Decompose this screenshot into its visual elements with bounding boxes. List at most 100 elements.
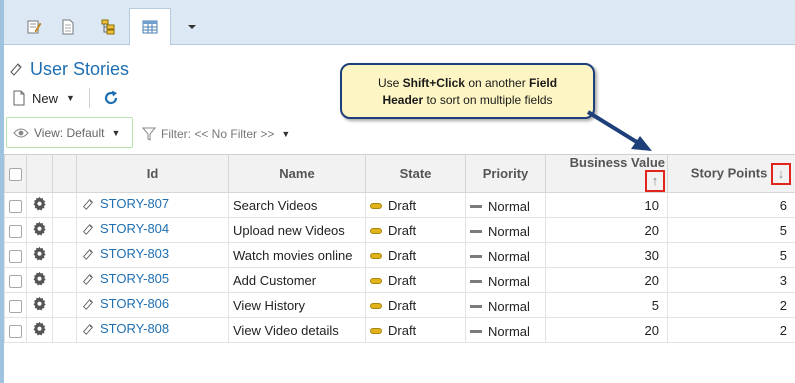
row-id-cell[interactable]: STORY-807	[76, 192, 229, 218]
refresh-icon[interactable]	[102, 89, 120, 107]
row-business-value-cell: 10	[545, 192, 668, 218]
priority-text: Normal	[488, 224, 530, 239]
filter-selector[interactable]: Filter: << No Filter >> ▼	[142, 125, 290, 143]
row-select-cell[interactable]	[4, 267, 27, 293]
sort-ascending-icon[interactable]: ↑	[645, 170, 665, 192]
row-select-cell[interactable]	[4, 192, 27, 218]
user-story-icon	[83, 248, 93, 260]
row-select-cell[interactable]	[4, 217, 27, 243]
tab-hierarchy[interactable]	[88, 8, 128, 45]
state-text: Draft	[388, 323, 417, 339]
row-state-cell: Draft	[365, 317, 466, 343]
row-name-cell: Search Videos	[228, 192, 366, 218]
row-id-cell[interactable]: STORY-804	[76, 217, 229, 243]
row-actions-cell[interactable]	[26, 317, 53, 343]
row-checkbox[interactable]	[9, 324, 22, 338]
filter-icon	[142, 127, 156, 141]
gear-icon[interactable]	[32, 296, 47, 311]
row-business-value-cell: 5	[545, 292, 668, 318]
table-row[interactable]: STORY-805 Add Customer Draft Normal 20 3	[4, 267, 795, 293]
row-state-cell: Draft	[365, 217, 466, 243]
story-id-link[interactable]: STORY-804	[81, 221, 169, 236]
new-button[interactable]: New ▼	[12, 90, 75, 106]
select-all-checkbox[interactable]	[9, 168, 22, 182]
row-id-cell[interactable]: STORY-803	[76, 242, 229, 268]
row-spacer-cell	[52, 267, 77, 293]
tab-grid[interactable]	[129, 8, 171, 46]
row-name-cell: Upload new Videos	[228, 217, 366, 243]
sort-descending-icon[interactable]: ↓	[771, 162, 791, 185]
story-id-link[interactable]: STORY-808	[81, 321, 169, 336]
user-story-icon	[83, 223, 93, 235]
row-select-cell[interactable]	[4, 292, 27, 318]
header-id[interactable]: Id	[76, 154, 229, 193]
user-story-icon	[83, 198, 93, 210]
row-checkbox[interactable]	[9, 299, 22, 313]
row-priority-cell: Normal	[465, 242, 546, 268]
row-id-cell[interactable]: STORY-805	[76, 267, 229, 293]
story-id-text: STORY-805	[100, 271, 170, 287]
header-business-value[interactable]: Business Value↑	[545, 154, 668, 193]
row-actions-cell[interactable]	[26, 242, 53, 268]
tab-strip	[4, 0, 795, 46]
user-stories-grid: Id Name State Priority Business Value↑ S…	[4, 154, 795, 343]
row-id-cell[interactable]: STORY-808	[76, 317, 229, 343]
state-text: Draft	[388, 248, 417, 264]
gear-icon[interactable]	[32, 221, 47, 236]
row-checkbox[interactable]	[9, 274, 22, 288]
row-actions-cell[interactable]	[26, 292, 53, 318]
view-selector[interactable]: View: Default ▼	[6, 117, 133, 148]
row-actions-cell[interactable]	[26, 267, 53, 293]
gear-icon[interactable]	[32, 246, 47, 261]
story-id-link[interactable]: STORY-807	[81, 196, 169, 211]
tip-callout-line2: Header to sort on multiple fields	[382, 93, 553, 107]
row-select-cell[interactable]	[4, 317, 27, 343]
row-story-points-cell: 3	[667, 267, 795, 293]
normal-priority-icon	[470, 280, 482, 283]
row-actions-cell[interactable]	[26, 217, 53, 243]
row-select-cell[interactable]	[4, 242, 27, 268]
story-id-link[interactable]: STORY-806	[81, 296, 169, 311]
row-id-cell[interactable]: STORY-806	[76, 292, 229, 318]
row-state-cell: Draft	[365, 242, 466, 268]
grid-header-row: Id Name State Priority Business Value↑ S…	[4, 154, 795, 193]
gear-icon[interactable]	[32, 196, 47, 211]
tip-callout-line1: Use Shift+Click on another Field	[377, 76, 558, 90]
tab-document[interactable]	[48, 8, 88, 45]
row-checkbox[interactable]	[9, 199, 22, 213]
row-checkbox[interactable]	[9, 249, 22, 263]
row-business-value-cell: 20	[545, 317, 668, 343]
header-name[interactable]: Name	[228, 154, 366, 193]
row-story-points-cell: 6	[667, 192, 795, 218]
table-row[interactable]: STORY-804 Upload new Videos Draft Normal…	[4, 217, 795, 243]
gear-icon[interactable]	[32, 321, 47, 336]
story-id-text: STORY-804	[100, 221, 170, 237]
row-checkbox[interactable]	[9, 224, 22, 238]
user-story-icon	[83, 323, 93, 335]
table-row[interactable]: STORY-807 Search Videos Draft Normal 10 …	[4, 192, 795, 218]
tab-more-dropdown[interactable]	[172, 8, 212, 45]
row-actions-cell[interactable]	[26, 192, 53, 218]
table-row[interactable]: STORY-803 Watch movies online Draft Norm…	[4, 242, 795, 268]
document-icon	[62, 19, 74, 34]
normal-priority-icon	[470, 230, 482, 233]
header-story-points[interactable]: Story Points ↓	[667, 154, 795, 193]
toolbar-divider	[88, 88, 90, 108]
story-id-link[interactable]: STORY-805	[81, 271, 169, 286]
table-row[interactable]: STORY-808 View Video details Draft Norma…	[4, 317, 795, 343]
header-priority[interactable]: Priority	[465, 154, 546, 193]
header-story-points-label: Story Points	[690, 164, 768, 180]
table-row[interactable]: STORY-806 View History Draft Normal 5 2	[4, 292, 795, 318]
gear-icon[interactable]	[32, 271, 47, 286]
select-all-header[interactable]	[4, 154, 27, 193]
row-business-value-cell: 30	[545, 242, 668, 268]
normal-priority-icon	[470, 205, 482, 208]
row-spacer-cell	[52, 217, 77, 243]
draft-state-icon	[370, 277, 382, 284]
priority-text: Normal	[488, 299, 530, 314]
story-id-link[interactable]: STORY-803	[81, 246, 169, 261]
new-document-icon	[13, 90, 25, 106]
priority-text: Normal	[488, 249, 530, 264]
hierarchy-icon	[101, 19, 115, 34]
header-state[interactable]: State	[365, 154, 466, 193]
